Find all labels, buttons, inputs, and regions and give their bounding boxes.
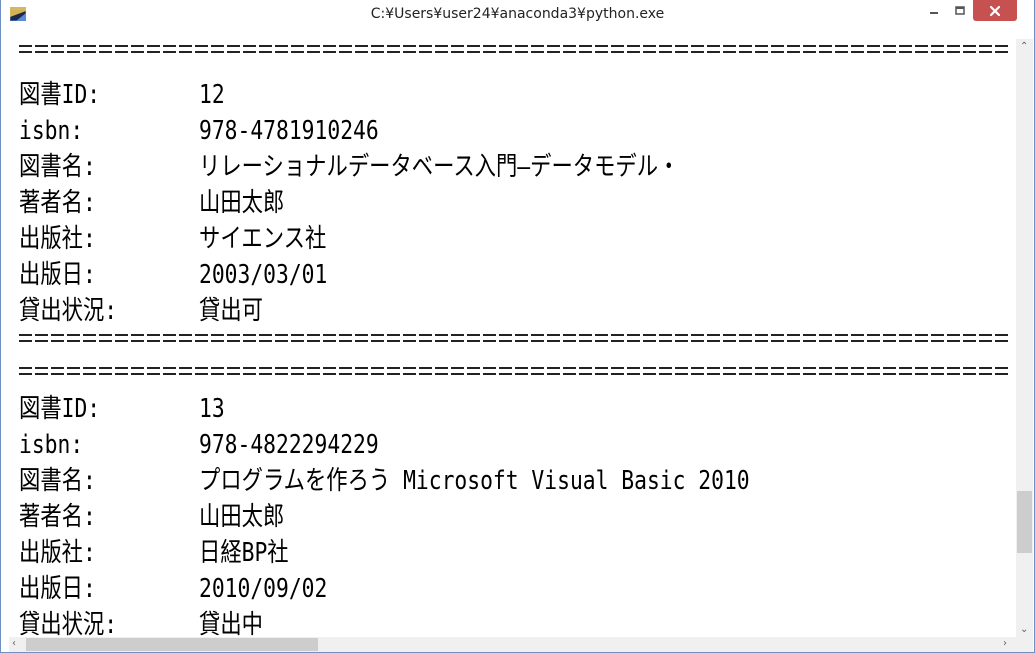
field-label: isbn: bbox=[19, 116, 84, 146]
field-row: 貸出状況: 貸出中 bbox=[9, 611, 1016, 638]
field-row: 出版社: サイエンス社 bbox=[9, 225, 1016, 253]
field-row: isbn: 978-4781910246 bbox=[9, 117, 1016, 145]
maximize-icon bbox=[955, 5, 965, 15]
scroll-down-arrow-icon[interactable]: ⌄ bbox=[1020, 625, 1028, 635]
field-label: 貸出状況: bbox=[19, 610, 118, 638]
field-row: 著者名: 山田太郎 bbox=[9, 503, 1016, 531]
field-value: 山田太郎 bbox=[199, 502, 285, 532]
field-value: 日経BP社 bbox=[199, 538, 289, 568]
separator-line bbox=[19, 367, 1010, 376]
field-value: 山田太郎 bbox=[199, 188, 285, 218]
field-row: 貸出状況: 貸出可 bbox=[9, 297, 1016, 325]
scroll-right-arrow-icon[interactable]: › bbox=[1003, 639, 1007, 649]
scroll-left-arrow-icon[interactable]: ‹ bbox=[12, 639, 16, 649]
console-window: C:¥Users¥user24¥anaconda3¥python.exe 図書I… bbox=[0, 0, 1035, 653]
field-row: 出版日: 2010/09/02 bbox=[9, 575, 1016, 603]
separator-line bbox=[19, 45, 1010, 54]
field-label: 出版日: bbox=[19, 260, 96, 290]
separator-line bbox=[19, 334, 1010, 343]
field-value: サイエンス社 bbox=[199, 224, 327, 254]
minimize-button[interactable] bbox=[921, 0, 947, 21]
field-row: isbn: 978-4822294229 bbox=[9, 431, 1016, 459]
field-value: 2003/03/01 bbox=[199, 260, 328, 290]
field-value: 978-4781910246 bbox=[199, 116, 379, 146]
field-value: リレーショナルデータベース入門―データモデル・ bbox=[199, 152, 680, 182]
field-row: 出版社: 日経BP社 bbox=[9, 539, 1016, 567]
field-value: 12 bbox=[199, 80, 225, 110]
vertical-scroll-thumb[interactable] bbox=[1017, 491, 1032, 553]
field-label: 図書ID: bbox=[19, 80, 101, 110]
field-label: 著者名: bbox=[19, 188, 96, 218]
field-row: 図書ID: 13 bbox=[9, 395, 1016, 423]
field-value: 13 bbox=[199, 394, 225, 424]
field-label: 出版社: bbox=[19, 538, 96, 568]
field-value: 2010/09/02 bbox=[199, 574, 328, 604]
scroll-up-arrow-icon[interactable]: ⌃ bbox=[1020, 42, 1028, 52]
field-label: 貸出状況: bbox=[19, 296, 118, 326]
vertical-scrollbar[interactable]: ⌃ ⌄ bbox=[1016, 39, 1033, 638]
field-row: 図書名: プログラムを作ろう Microsoft Visual Basic 20… bbox=[9, 467, 1016, 495]
field-label: 出版日: bbox=[19, 574, 96, 604]
close-icon bbox=[989, 5, 1001, 16]
field-value: 貸出可 bbox=[199, 296, 263, 326]
field-value: 978-4822294229 bbox=[199, 430, 379, 460]
field-value: プログラムを作ろう Microsoft Visual Basic 2010 bbox=[199, 466, 750, 496]
field-label: 図書名: bbox=[19, 466, 96, 496]
console-output[interactable]: 図書ID: 12 isbn: 978-4781910246 図書名: リレーショ… bbox=[9, 39, 1016, 638]
field-value: 貸出中 bbox=[199, 610, 263, 638]
field-row: 出版日: 2003/03/01 bbox=[9, 261, 1016, 289]
resize-grip[interactable] bbox=[1016, 637, 1033, 652]
horizontal-scrollbar[interactable]: ‹ › bbox=[9, 637, 1016, 652]
field-label: 図書名: bbox=[19, 152, 96, 182]
close-button[interactable] bbox=[973, 0, 1017, 21]
field-label: isbn: bbox=[19, 430, 84, 460]
horizontal-scroll-thumb[interactable] bbox=[26, 638, 318, 651]
field-row: 図書名: リレーショナルデータベース入門―データモデル・ bbox=[9, 153, 1016, 181]
field-row: 著者名: 山田太郎 bbox=[9, 189, 1016, 217]
field-row: 図書ID: 12 bbox=[9, 81, 1016, 109]
field-label: 図書ID: bbox=[19, 394, 101, 424]
title-bar[interactable]: C:¥Users¥user24¥anaconda3¥python.exe bbox=[1, 0, 1034, 30]
field-label: 出版社: bbox=[19, 224, 96, 254]
minimize-icon bbox=[930, 11, 938, 14]
field-label: 著者名: bbox=[19, 502, 96, 532]
window-title: C:¥Users¥user24¥anaconda3¥python.exe bbox=[370, 6, 665, 22]
maximize-button[interactable] bbox=[947, 0, 973, 21]
